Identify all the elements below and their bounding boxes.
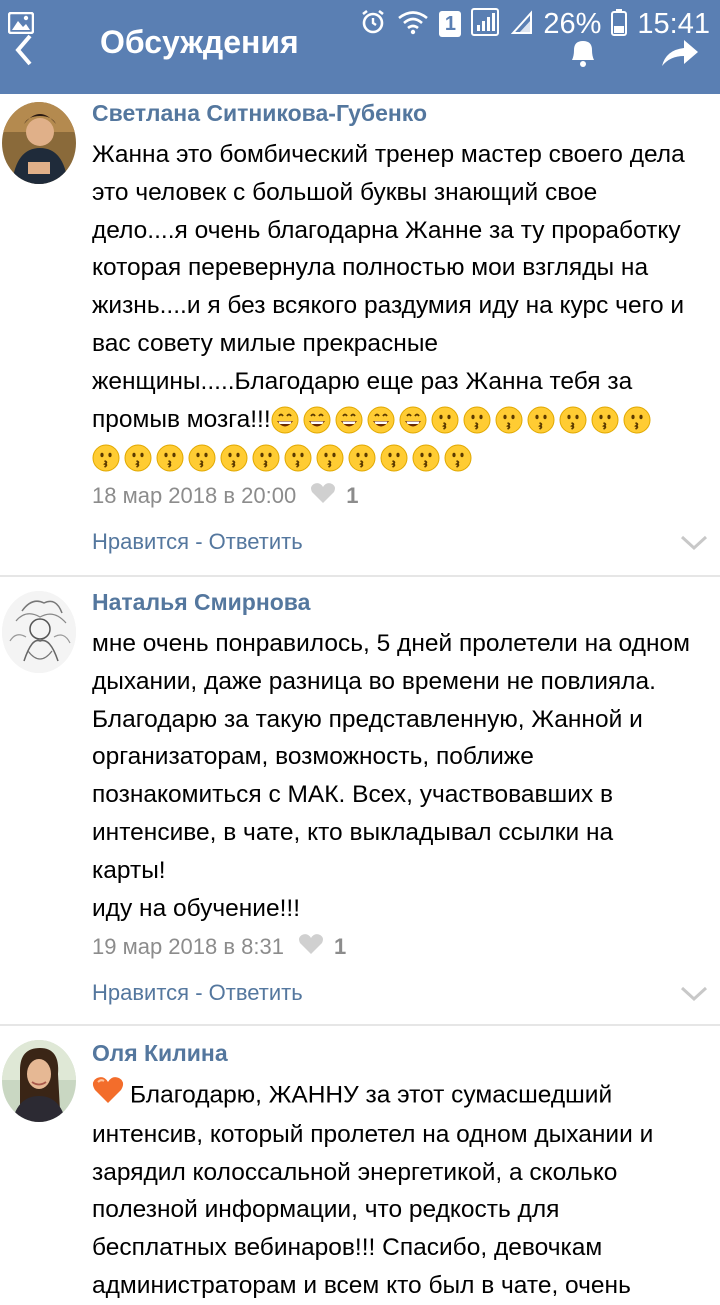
comment-line: администраторам и всем кто был в чате, о… [92,1271,631,1299]
kissing-face-icon [495,406,527,434]
chevron-down-icon[interactable] [680,534,708,557]
grinning-face-icon [399,406,431,434]
sim-badge-icon: 1 [439,11,462,37]
reply-link[interactable]: Ответить [209,529,303,554]
kissing-face-icon [188,443,220,472]
bell-icon[interactable] [566,38,600,73]
comment-line: интенсиве, в чате, кто выкладывал ссылки… [92,818,614,846]
author-name[interactable]: Оля Килина [92,1040,228,1067]
comment-line: дыхании, даже разница во времени не повл… [92,667,656,695]
kissing-face-icon [92,443,124,472]
grinning-face-icon [335,406,367,434]
kissing-face-icon [284,443,316,472]
comment-line: познакомиться с МАК. Всех, участвовавших… [92,781,613,809]
comment-line: женщины.....Благодарю еще раз Жанна тебя… [92,367,633,395]
heart-icon[interactable] [310,482,336,510]
comment-line: полезной информации, что редкость для [92,1196,560,1224]
kissing-face-icon [156,443,188,472]
like-count: 1 [346,483,359,508]
kissing-face-icon [527,406,559,434]
kissing-face-icon [463,406,495,434]
back-arrow-icon[interactable] [10,32,38,73]
chevron-down-icon[interactable] [680,985,708,1008]
kissing-face-icon [559,406,591,434]
kissing-face-icon [444,443,476,472]
comment-line: Жанна это бомбический тренер мастер свое… [92,141,685,168]
battery-icon [611,8,628,41]
comment-text: мне очень понравилось, 5 дней пролетели … [92,625,717,927]
heart-emoji-icon [92,1076,124,1116]
alarm-icon [359,8,387,41]
separator: - [189,980,209,1005]
reply-link[interactable]: Ответить [209,980,303,1005]
kissing-face-icon [316,443,348,472]
comment-line: зарядил колоссальной энергетикой, а скол… [92,1158,618,1186]
like-link[interactable]: Нравится [92,529,189,554]
kissing-face-icon [623,406,655,434]
emoji-row [92,438,717,476]
app-bar: 1 26% 15:41 Обсуждения [0,0,720,94]
grinning-face-icon [367,406,399,434]
heart-icon[interactable] [298,933,324,961]
grinning-face-icon [303,406,335,434]
comment-line: жизнь....и я без всякого раздумия иду на… [92,292,685,320]
kissing-face-icon [591,406,623,434]
comment-line: вас совету милые прекрасные [92,329,439,357]
page-title: Обсуждения [100,24,299,60]
comment-3: Оля Килина Благодарю, ЖАННУ за этот сума… [0,1026,720,1299]
comment-line-text: промыв мозга!!! [92,405,271,433]
comment-line: интенсив, который пролетел на одном дыха… [92,1120,654,1148]
comment-line: дело....я очень благодарна Жанне за ту п… [92,216,681,244]
signal-2-icon [511,9,533,40]
battery-percent: 26% [543,7,602,40]
kissing-face-icon [380,443,412,472]
comment-actions: Нравится - Ответить [92,529,303,555]
comment-meta: 19 мар 2018 в 8:31 1 [92,933,346,961]
comment-line: промыв мозга!!! [92,401,717,439]
kissing-face-icon [348,443,380,472]
comment-meta: 18 мар 2018 в 20:00 1 [92,482,358,510]
comment-line: карты! [92,856,166,884]
kissing-face-icon [220,443,252,472]
wifi-icon [397,9,429,40]
kissing-face-icon [412,443,444,472]
clock: 15:41 [637,7,710,40]
kissing-face-icon [252,443,284,472]
author-name[interactable]: Светлана Ситникова-Губенко [92,100,427,127]
separator: - [189,529,209,554]
comment-line: бесплатных вебинаров!!! Спасибо, девочка… [92,1234,603,1262]
like-link[interactable]: Нравится [92,980,189,1005]
grinning-face-icon [271,406,303,434]
comment-date: 19 мар 2018 в 8:31 [92,934,284,959]
avatar[interactable] [2,1040,76,1122]
share-icon[interactable] [660,38,700,73]
comment-line: иду на обучение!!! [92,894,301,922]
kissing-face-icon [124,443,156,472]
comment-line: Благодарю за такую представленную, Жанно… [92,705,643,733]
avatar[interactable] [2,102,76,184]
comment-text: Жанна это бомбический тренер мастер свое… [92,136,717,476]
kissing-face-icon [431,406,463,434]
signal-icon [471,7,501,41]
comment-line: организаторам, возможность, поближе [92,743,534,771]
comment-1: Светлана Ситникова-Губенко Жанна это бом… [0,94,720,576]
author-name[interactable]: Наталья Смирнова [92,589,310,616]
like-count: 1 [333,934,347,959]
comment-date: 18 мар 2018 в 20:00 [92,483,297,508]
comment-line: Благодарю, ЖАННУ за этот сумасшедший [92,1076,717,1116]
avatar[interactable] [2,591,76,673]
comment-line: мне очень понравилось, 5 дней пролетели … [92,630,690,657]
comment-line: которая перевернула полностью мои взгляд… [92,254,649,282]
emoji-row [271,406,655,434]
comment-line-text: Благодарю, ЖАННУ за этот сумасшедший [130,1081,613,1109]
comment-text: Благодарю, ЖАННУ за этот сумасшедший инт… [92,1076,717,1305]
comment-actions: Нравится - Ответить [92,980,303,1006]
comment-2: Наталья Смирнова мне очень понравилось, … [0,577,720,1025]
comment-line: это человек с большой буквы знающий свое [92,178,598,206]
